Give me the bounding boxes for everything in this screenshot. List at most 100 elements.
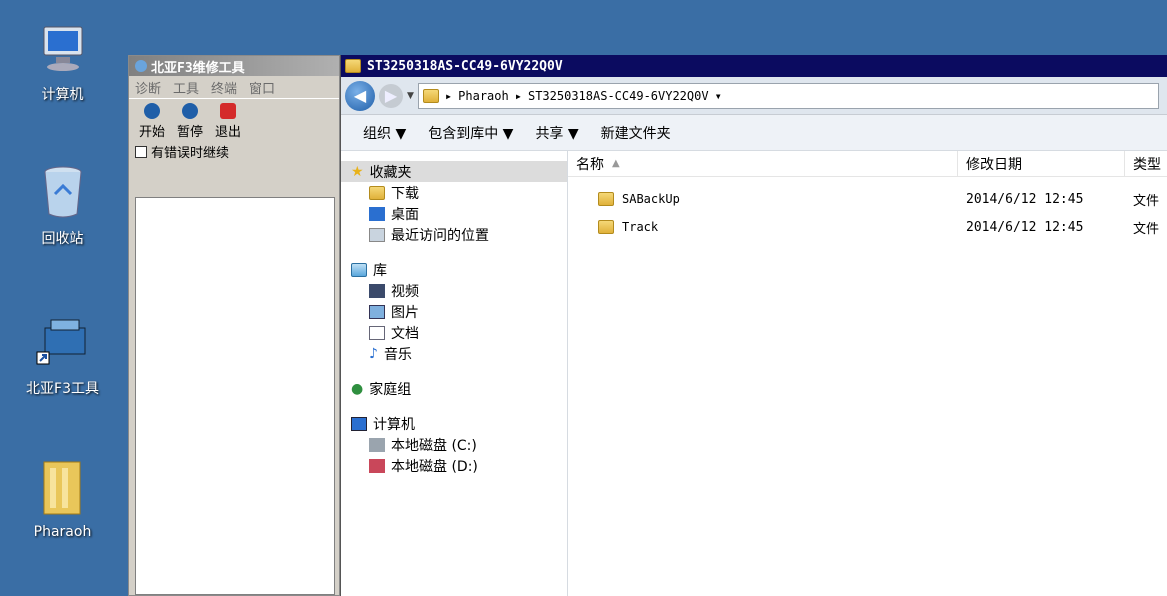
desktop-icon-recycle-bin[interactable]: 回收站 xyxy=(0,162,125,248)
back-button[interactable]: ◀ xyxy=(345,80,375,111)
menu-terminal[interactable]: 终端 xyxy=(211,78,237,97)
exit-label: 退出 xyxy=(214,125,241,140)
column-label: 名称 xyxy=(576,156,604,173)
arrow-right-icon: ▶ xyxy=(384,86,398,105)
file-name: SABackUp xyxy=(622,192,680,206)
start-label: 开始 xyxy=(138,125,165,140)
checkbox-box[interactable] xyxy=(135,145,147,158)
column-type[interactable]: 类型 xyxy=(1125,151,1165,176)
column-label: 修改日期 xyxy=(966,156,1022,173)
nav-documents[interactable]: 文档 xyxy=(341,322,567,343)
nav-drive-d[interactable]: 本地磁盘 (D:) xyxy=(341,455,567,476)
toolbar: 开始 暂停 退出 xyxy=(129,98,339,140)
nav-pictures[interactable]: 图片 xyxy=(341,301,567,322)
music-icon: ♪ xyxy=(369,345,378,362)
play-icon xyxy=(144,103,160,119)
address-box[interactable]: ▸ Pharaoh ▸ ST3250318AS-CC49-6VY22Q0V ▾ xyxy=(417,82,1159,109)
column-name[interactable]: 名称 ▲ xyxy=(568,151,958,176)
column-label: 类型 xyxy=(1133,156,1161,173)
repair-tool-window[interactable]: 北亚F3维修工具 诊断 工具 终端 窗口 开始 暂停 退出 有错误时继续 xyxy=(128,55,340,596)
computer-icon xyxy=(351,416,367,431)
pause-label: 暂停 xyxy=(176,125,203,140)
share-button[interactable]: 共享 ▼ xyxy=(535,123,578,143)
exit-button[interactable]: 退出 xyxy=(211,103,245,140)
folder-icon xyxy=(598,220,614,234)
nav-favorites[interactable]: ★ 收藏夹 xyxy=(341,161,567,182)
column-headers: 名称 ▲ 修改日期 类型 xyxy=(568,151,1167,177)
forward-button[interactable]: ▶ xyxy=(379,83,403,108)
organize-button[interactable]: 组织 ▼ xyxy=(363,123,406,143)
star-icon: ★ xyxy=(351,163,364,180)
nav-label: 音乐 xyxy=(383,346,412,363)
desktop-icon xyxy=(369,206,385,221)
nav-desktop[interactable]: 桌面 xyxy=(341,203,567,224)
file-row[interactable]: Track 2014/6/12 12:45 文件 xyxy=(568,213,1167,241)
desktop-icon-computer[interactable]: 计算机 xyxy=(0,18,125,104)
desktop-icon-label: 回收站 xyxy=(41,231,84,247)
pause-button[interactable]: 暂停 xyxy=(173,103,207,140)
nav-videos[interactable]: 视频 xyxy=(341,280,567,301)
desktop-icon-label: Pharaoh xyxy=(33,524,92,540)
nav-label: 文档 xyxy=(391,325,419,342)
nav-drive-c[interactable]: 本地磁盘 (C:) xyxy=(341,434,567,455)
chevron-icon[interactable]: ▸ xyxy=(515,89,522,103)
continue-on-error-checkbox[interactable]: 有错误时继续 xyxy=(129,140,339,163)
file-row[interactable]: SABackUp 2014/6/12 12:45 文件 xyxy=(568,185,1167,213)
include-in-library-button[interactable]: 包含到库中 ▼ xyxy=(428,123,513,143)
repair-tool-titlebar[interactable]: 北亚F3维修工具 xyxy=(129,56,339,76)
nav-label: 库 xyxy=(373,262,387,279)
recent-pages-dropdown[interactable]: ▼ xyxy=(407,91,414,101)
file-list[interactable]: 名称 ▲ 修改日期 类型 SABackUp 2014/6/12 12:45 文件… xyxy=(568,151,1167,596)
file-type: 文件 xyxy=(1133,193,1160,209)
new-folder-button[interactable]: 新建文件夹 xyxy=(601,123,671,143)
desktop-icon-label: 北亚F3工具 xyxy=(26,381,99,397)
homegroup-icon: ● xyxy=(351,380,364,397)
window-title: 北亚F3维修工具 xyxy=(151,60,245,76)
nav-label: 本地磁盘 (D:) xyxy=(391,458,478,475)
explorer-window[interactable]: ST3250318AS-CC49-6VY22Q0V ◀ ▶ ▼ ▸ Pharao… xyxy=(340,55,1167,596)
nav-recent-places[interactable]: 最近访问的位置 xyxy=(341,224,567,245)
column-modified[interactable]: 修改日期 xyxy=(958,151,1125,176)
desktop-icon-label: 计算机 xyxy=(41,87,84,103)
explorer-body: ★ 收藏夹 下载 桌面 最近访问的位置 库 视频 图片 文档 ♪ 音乐 ● 家庭… xyxy=(341,151,1167,596)
nav-homegroup[interactable]: ● 家庭组 xyxy=(341,378,567,399)
folder-icon xyxy=(345,59,361,73)
nav-music[interactable]: ♪ 音乐 xyxy=(341,343,567,364)
menu-tools[interactable]: 工具 xyxy=(173,78,199,97)
explorer-titlebar[interactable]: ST3250318AS-CC49-6VY22Q0V xyxy=(341,55,1167,77)
desktop-icon-pharaoh[interactable]: Pharaoh xyxy=(0,458,125,540)
nav-label: 下载 xyxy=(391,185,419,202)
folder-icon xyxy=(33,458,93,518)
nav-label: 桌面 xyxy=(391,206,419,223)
start-button[interactable]: 开始 xyxy=(135,103,169,140)
menu-window[interactable]: 窗口 xyxy=(249,78,275,97)
log-panel[interactable] xyxy=(135,197,335,595)
nav-label: 计算机 xyxy=(373,416,415,433)
command-bar: 组织 ▼ 包含到库中 ▼ 共享 ▼ 新建文件夹 xyxy=(341,115,1167,151)
nav-computer[interactable]: 计算机 xyxy=(341,413,567,434)
chevron-down-icon[interactable]: ▾ xyxy=(715,89,722,103)
computer-icon xyxy=(33,18,93,78)
desktop-icon-f3-tool[interactable]: 北亚F3工具 xyxy=(0,312,125,398)
breadcrumb-pharaoh[interactable]: Pharaoh xyxy=(458,89,509,103)
recycle-bin-icon xyxy=(33,162,93,222)
app-icon xyxy=(135,60,147,72)
video-icon xyxy=(369,283,385,298)
pause-icon xyxy=(182,103,198,119)
nav-label: 视频 xyxy=(391,283,419,300)
file-type: 文件 xyxy=(1133,221,1160,237)
nav-libraries[interactable]: 库 xyxy=(341,259,567,280)
file-modified: 2014/6/12 12:45 xyxy=(966,219,1084,235)
recent-places-icon xyxy=(369,227,385,242)
menu-bar: 诊断 工具 终端 窗口 xyxy=(129,76,339,98)
navigation-pane[interactable]: ★ 收藏夹 下载 桌面 最近访问的位置 库 视频 图片 文档 ♪ 音乐 ● 家庭… xyxy=(341,151,568,596)
breadcrumb-current[interactable]: ST3250318AS-CC49-6VY22Q0V xyxy=(528,89,709,103)
menu-diagnose[interactable]: 诊断 xyxy=(135,78,161,97)
chevron-icon[interactable]: ▸ xyxy=(445,89,452,103)
arrow-left-icon: ◀ xyxy=(353,86,367,105)
nav-downloads[interactable]: 下载 xyxy=(341,182,567,203)
checkbox-label: 有错误时继续 xyxy=(151,146,230,161)
nav-label: 收藏夹 xyxy=(369,164,412,181)
downloads-icon xyxy=(369,185,385,200)
file-modified: 2014/6/12 12:45 xyxy=(966,191,1084,207)
